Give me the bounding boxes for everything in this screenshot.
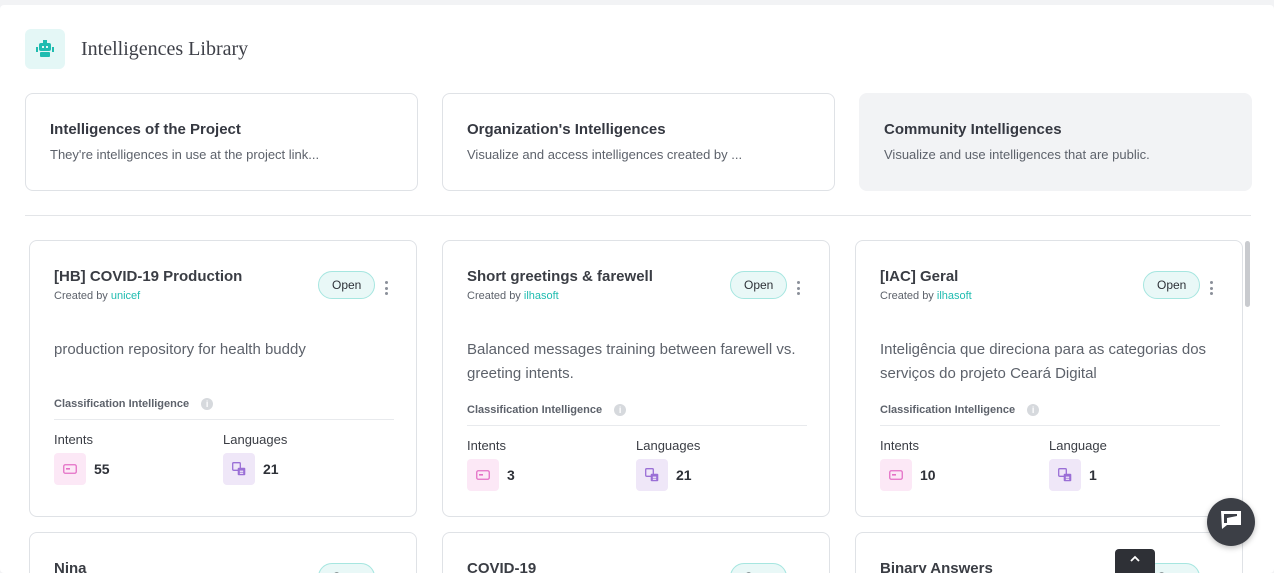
- tab-project-intelligences[interactable]: Intelligences of the Project They're int…: [25, 93, 418, 191]
- scroll-to-top-button[interactable]: [1115, 549, 1155, 573]
- more-options-icon[interactable]: [796, 281, 800, 295]
- intents-label: Intents: [54, 432, 94, 447]
- translate-icon: [636, 459, 668, 491]
- more-options-icon[interactable]: [384, 281, 388, 295]
- intents-count: 10: [920, 467, 936, 483]
- intelligence-card[interactable]: [HB] COVID-19 Production Created by unic…: [29, 240, 417, 517]
- status-badge: Open: [730, 563, 788, 573]
- type-label: Classification Intelligence: [467, 404, 603, 416]
- languages-label: Languages: [636, 438, 701, 453]
- tab-organization-intelligences[interactable]: Organization's Intelligences Visualize a…: [442, 93, 835, 191]
- intelligence-card[interactable]: COVID-19 Open: [442, 532, 830, 573]
- owner-link[interactable]: ilhasoft: [937, 290, 972, 302]
- intelligence-card[interactable]: Short greetings & farewell Created by il…: [442, 240, 830, 517]
- robot-icon: [25, 29, 65, 69]
- intents-icon: [54, 453, 86, 485]
- tab-title: Community Intelligences: [884, 121, 1062, 138]
- status-badge: Open: [1143, 271, 1201, 299]
- created-by-label: Created by: [880, 290, 934, 302]
- type-label: Classification Intelligence: [54, 398, 190, 410]
- owner-link[interactable]: ilhasoft: [524, 290, 559, 302]
- intents-count: 55: [94, 461, 110, 477]
- card-description: production repository for health buddy: [54, 341, 306, 358]
- tab-description: Visualize and access intelligences creat…: [467, 147, 743, 162]
- chevron-up-icon: [1129, 549, 1141, 567]
- tab-description: They're intelligences in use at the proj…: [50, 147, 320, 162]
- intents-label: Intents: [880, 438, 920, 453]
- scrollbar-thumb[interactable]: [1245, 241, 1250, 307]
- intelligence-type: Classification Intelligence i: [467, 404, 805, 416]
- card-description: Inteligência que direciona para as categ…: [880, 341, 1207, 382]
- card-stats: Intents 3 Languages 21: [467, 438, 805, 491]
- intents-icon: [880, 459, 912, 491]
- chat-button[interactable]: [1207, 498, 1255, 546]
- intents-count: 3: [507, 467, 515, 483]
- languages-stat: Language 1: [1049, 438, 1218, 491]
- more-options-icon[interactable]: [1209, 281, 1213, 295]
- info-icon[interactable]: i: [201, 398, 214, 410]
- status-badge: Open: [318, 563, 376, 573]
- intelligence-card[interactable]: Binary Answers Open: [855, 532, 1243, 573]
- card-divider: [54, 419, 394, 420]
- library-header: Intelligences Library: [25, 29, 248, 69]
- info-icon[interactable]: i: [614, 404, 627, 416]
- chat-icon: [1219, 509, 1243, 536]
- languages-stat: Languages 21: [636, 438, 805, 491]
- intents-stat: Intents 3: [467, 438, 636, 491]
- intelligence-card[interactable]: Nina Open: [29, 532, 417, 573]
- languages-label: Languages: [223, 432, 288, 447]
- intelligence-card[interactable]: [IAC] Geral Created by ilhasoft Open Int…: [855, 240, 1243, 517]
- languages-count: 21: [263, 461, 279, 477]
- status-badge: Open: [318, 271, 376, 299]
- tab-title: Intelligences of the Project: [50, 121, 241, 138]
- created-by-label: Created by: [54, 290, 108, 302]
- card-stats: Intents 55 Languages 21: [54, 432, 392, 485]
- intelligences-library-page: Intelligences Library Intelligences of t…: [0, 5, 1274, 573]
- languages-count: 21: [676, 467, 692, 483]
- intents-stat: Intents 55: [54, 432, 223, 485]
- page-title: Intelligences Library: [81, 37, 249, 60]
- tab-title: Organization's Intelligences: [467, 121, 666, 138]
- info-icon[interactable]: i: [1027, 404, 1040, 416]
- intents-stat: Intents 10: [880, 438, 1049, 491]
- languages-stat: Languages 21: [223, 432, 392, 485]
- type-label: Classification Intelligence: [880, 404, 1016, 416]
- status-badge: Open: [730, 271, 788, 299]
- languages-label: Language: [1049, 438, 1107, 453]
- tab-description: Visualize and use intelligences that are…: [884, 147, 1150, 162]
- intelligence-type: Classification Intelligence i: [880, 404, 1218, 416]
- card-stats: Intents 10 Language 1: [880, 438, 1218, 491]
- section-divider: [25, 215, 1251, 216]
- owner-link[interactable]: unicef: [111, 290, 140, 302]
- intelligence-type: Classification Intelligence i: [54, 398, 392, 410]
- card-description: Balanced messages training between farew…: [467, 341, 796, 382]
- created-by-label: Created by: [467, 290, 521, 302]
- languages-count: 1: [1089, 467, 1097, 483]
- intents-icon: [467, 459, 499, 491]
- card-divider: [880, 425, 1220, 426]
- intents-label: Intents: [467, 438, 507, 453]
- translate-icon: [1049, 459, 1081, 491]
- tab-community-intelligences[interactable]: Community Intelligences Visualize and us…: [859, 93, 1252, 191]
- translate-icon: [223, 453, 255, 485]
- card-divider: [467, 425, 807, 426]
